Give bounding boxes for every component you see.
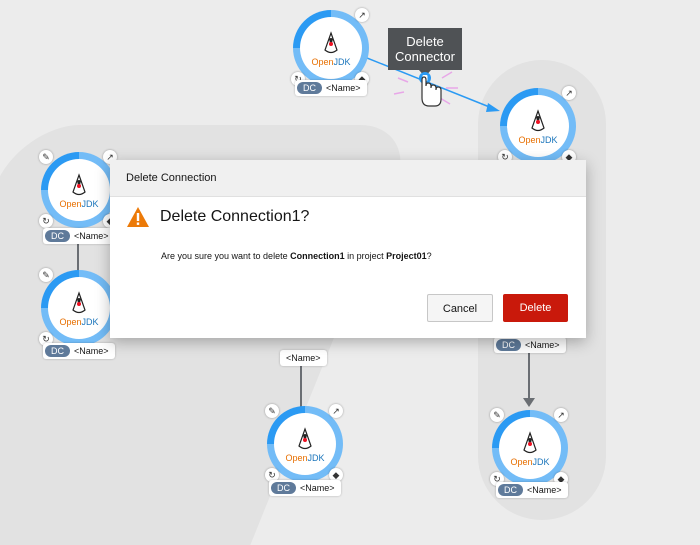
duke-logo-icon [531,108,545,131]
openjdk-node[interactable]: OpenJDK ↗ ↻ ◆ [291,8,369,86]
modal-body: Are you sure you want to delete Connecti… [161,251,432,261]
body-text: ? [426,251,432,261]
openjdk-logo: OpenJDK [59,316,99,327]
node-body: OpenJDK [274,413,336,475]
external-link-icon[interactable]: ↗ [554,408,568,422]
dc-badge: DC [45,345,70,357]
dc-badge: DC [45,230,70,242]
node-name: <Name> [527,485,562,495]
dc-badge: DC [496,339,521,351]
refresh-icon[interactable]: ↻ [39,214,53,228]
node-name: <Name> [286,353,321,363]
external-link-icon[interactable]: ↗ [329,404,343,418]
openjdk-node[interactable]: OpenJDK ✎ ↗ ↻ ◆ [490,408,568,486]
openjdk-logo: OpenJDK [510,456,550,467]
node-label[interactable]: DC <Name> [269,480,341,496]
openjdk-node[interactable]: OpenJDK ✎ ↗ ↻ ◆ [39,150,117,228]
node-label[interactable]: DC <Name> [496,482,568,498]
openjdk-logo: OpenJDK [59,198,99,209]
openjdk-node[interactable]: OpenJDK ✎ ↻ [39,268,117,346]
node-label[interactable]: DC <Name> [43,343,115,359]
node-body: OpenJDK [48,159,110,221]
cancel-button[interactable]: Cancel [427,294,493,322]
dc-badge: DC [271,482,296,494]
node-body: OpenJDK [499,417,561,479]
tooltip-text: Delete Connector [395,34,455,64]
openjdk-logo: OpenJDK [285,452,325,463]
modal-title: Delete Connection1? [160,208,310,225]
openjdk-node[interactable]: OpenJDK ↗ ↻ ◆ [498,86,576,164]
node-label[interactable]: DC <Name> [295,80,367,96]
pencil-icon[interactable]: ✎ [39,150,53,164]
duke-logo-icon [324,30,338,53]
node-name: <Name> [74,231,109,241]
body-text: Are you sure you want to delete [161,251,291,261]
duke-logo-icon [72,172,86,195]
node-name: <Name> [326,83,361,93]
warning-icon [127,207,149,227]
external-link-icon[interactable]: ↗ [562,86,576,100]
pointer-hand-icon [419,72,442,107]
delete-connection-modal: Delete Connection Delete Connection1? Ar… [110,160,586,338]
node-label[interactable]: DC <Name> [494,337,566,353]
delete-button[interactable]: Delete [503,294,568,322]
node-label[interactable]: <Name> [280,350,327,366]
node-name: <Name> [525,340,560,350]
pencil-icon[interactable]: ✎ [265,404,279,418]
body-text: in project [344,251,387,261]
node-body: OpenJDK [507,95,569,157]
openjdk-logo: OpenJDK [518,134,558,145]
openjdk-node[interactable]: OpenJDK ✎ ↗ ↻ ◆ [265,404,343,482]
pencil-icon[interactable]: ✎ [39,268,53,282]
external-link-icon[interactable]: ↗ [355,8,369,22]
dc-badge: DC [297,82,322,94]
project-name: Project01 [386,251,427,261]
node-body: OpenJDK [300,17,362,79]
dc-badge: DC [498,484,523,496]
duke-logo-icon [72,290,86,313]
duke-logo-icon [298,426,312,449]
node-label[interactable]: DC <Name> [43,228,115,244]
modal-title-row: Delete Connection1? [126,206,309,228]
node-body: OpenJDK [48,277,110,339]
duke-logo-icon [523,430,537,453]
node-name: <Name> [300,483,335,493]
connection-name: Connection1 [290,251,345,261]
pencil-icon[interactable]: ✎ [490,408,504,422]
node-name: <Name> [74,346,109,356]
modal-header: Delete Connection [110,160,586,197]
openjdk-logo: OpenJDK [311,56,351,67]
